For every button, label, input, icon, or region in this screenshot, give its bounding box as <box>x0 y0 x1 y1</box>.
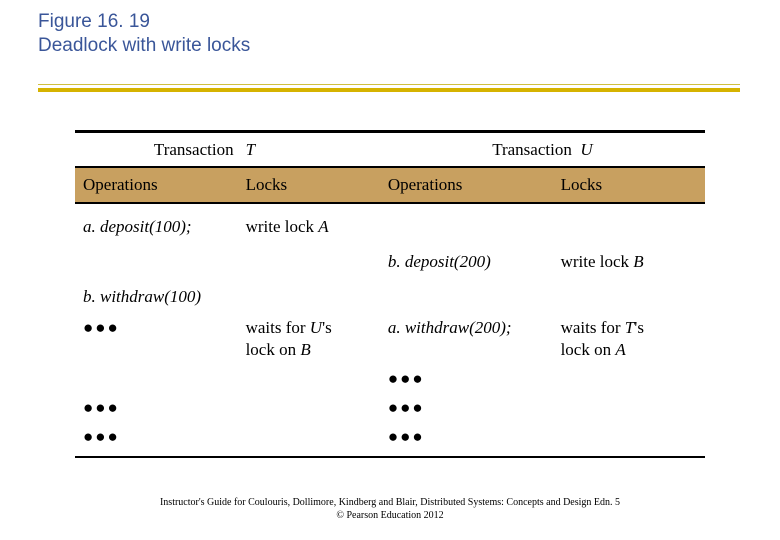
header-locks-left: Locks <box>238 167 380 202</box>
dots-icon: ●●● <box>380 364 553 393</box>
table-row: ●●● <box>75 364 705 393</box>
transaction-u-header: Transaction U <box>380 132 705 168</box>
dots-icon: ●●● <box>75 311 238 364</box>
wait-for-t-on-a: waits for T's lock on A <box>553 311 705 364</box>
dots-icon: ●●● <box>75 393 238 422</box>
table-header-row: Operations Locks Operations Locks <box>75 167 705 202</box>
table-row: b. deposit(200) write lock B <box>75 241 705 276</box>
figure-title-line1: Figure 16. 19 <box>38 10 250 34</box>
deadlock-table-wrapper: Transaction T Transaction U Operations L… <box>75 130 705 458</box>
table-transactions-row: Transaction T Transaction U <box>75 132 705 168</box>
slide: Figure 16. 19 Deadlock with write locks … <box>0 0 780 540</box>
op-b-withdraw-100: b. withdraw(100) <box>75 276 238 311</box>
lock-write-a: write lock A <box>238 203 380 241</box>
dots-icon: ●●● <box>380 422 553 456</box>
table-row: ●●● ●●● <box>75 393 705 422</box>
table-row: ●●● ●●● <box>75 422 705 456</box>
header-locks-right: Locks <box>553 167 705 202</box>
op-b-deposit-200: b. deposit(200) <box>380 241 553 276</box>
table-row: a. deposit(100); write lock A <box>75 203 705 241</box>
wait-for-u-on-b: waits for U's lock on B <box>238 311 380 364</box>
dots-icon: ●●● <box>75 422 238 456</box>
table-row: b. withdraw(100) <box>75 276 705 311</box>
op-a-deposit-100: a. deposit(100); <box>75 203 238 241</box>
dots-icon: ●●● <box>380 393 553 422</box>
footer-line1: Instructor's Guide for Coulouris, Dollim… <box>0 496 780 509</box>
figure-title: Figure 16. 19 Deadlock with write locks <box>38 10 250 58</box>
transaction-t-name: T <box>238 132 380 168</box>
deadlock-table: Transaction T Transaction U Operations L… <box>75 130 705 458</box>
figure-title-line2: Deadlock with write locks <box>38 34 250 58</box>
footer-line2: © Pearson Education 2012 <box>0 509 780 522</box>
op-a-withdraw-200: a. withdraw(200); <box>380 311 553 364</box>
title-rule <box>38 84 740 90</box>
slide-footer: Instructor's Guide for Coulouris, Dollim… <box>0 496 780 522</box>
transaction-t-label: Transaction <box>75 132 238 168</box>
lock-write-b: write lock B <box>553 241 705 276</box>
header-operations-left: Operations <box>75 167 238 202</box>
table-row: ●●● waits for U's lock on B a. withdraw(… <box>75 311 705 364</box>
header-operations-right: Operations <box>380 167 553 202</box>
